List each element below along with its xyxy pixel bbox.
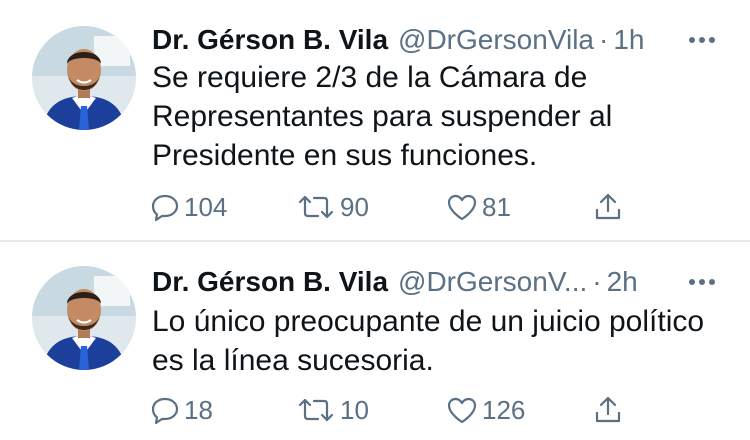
- reply-button[interactable]: 104: [150, 187, 227, 227]
- retweet-button[interactable]: 10: [296, 390, 369, 430]
- reply-icon: [150, 395, 180, 425]
- like-button[interactable]: 81: [446, 187, 511, 227]
- like-button[interactable]: 126: [446, 390, 525, 430]
- retweet-button[interactable]: 90: [296, 187, 369, 227]
- reply-button[interactable]: 18: [150, 390, 213, 430]
- share-icon: [592, 191, 624, 223]
- reply-count: 104: [184, 191, 228, 222]
- tweet-timestamp[interactable]: 2h: [607, 262, 638, 302]
- tweet-text: Se requiere 2/3 de la Cámara de Represen…: [152, 61, 613, 172]
- retweet-count: 10: [340, 394, 369, 425]
- more-horizontal-icon[interactable]: [682, 20, 722, 60]
- tweet-text: Lo único preocupante de un juicio políti…: [152, 305, 705, 377]
- reply-icon: [150, 192, 180, 222]
- reply-count: 18: [184, 394, 213, 425]
- tweet-header: Dr. Gérson B. Vila @DrGersonVila · 1h: [152, 20, 736, 60]
- author-name[interactable]: Dr. Gérson B. Vila: [152, 262, 388, 302]
- tweet[interactable]: Dr. Gérson B. Vila @DrGersonVila · 1h Se…: [0, 0, 750, 240]
- tweet-actions: 104 90 81: [150, 187, 750, 227]
- avatar-image: [32, 26, 136, 130]
- tweet-header: Dr. Gérson B. Vila @DrGersonV... · 2h: [152, 262, 736, 302]
- avatar[interactable]: [32, 26, 136, 130]
- avatar[interactable]: [32, 266, 136, 370]
- retweet-count: 90: [340, 191, 369, 222]
- share-icon: [592, 394, 624, 426]
- like-count: 81: [482, 191, 511, 222]
- author-handle[interactable]: @DrGersonV...: [398, 262, 587, 302]
- author-name[interactable]: Dr. Gérson B. Vila: [152, 20, 388, 60]
- separator-dot: ·: [592, 266, 602, 297]
- avatar-image: [32, 266, 136, 370]
- like-count: 126: [482, 394, 526, 425]
- author-handle[interactable]: @DrGersonVila: [398, 20, 594, 60]
- share-button[interactable]: [592, 390, 624, 430]
- tweet-actions: 18 10 126: [150, 390, 750, 430]
- tweet-timestamp[interactable]: 1h: [613, 20, 644, 60]
- retweet-icon: [296, 395, 336, 425]
- retweet-icon: [296, 192, 336, 222]
- share-button[interactable]: [592, 187, 624, 227]
- more-horizontal-icon[interactable]: [682, 262, 722, 302]
- heart-icon: [446, 192, 478, 222]
- heart-icon: [446, 395, 478, 425]
- separator-dot: ·: [599, 24, 609, 55]
- tweet[interactable]: Dr. Gérson B. Vila @DrGersonV... · 2h Lo…: [0, 242, 750, 440]
